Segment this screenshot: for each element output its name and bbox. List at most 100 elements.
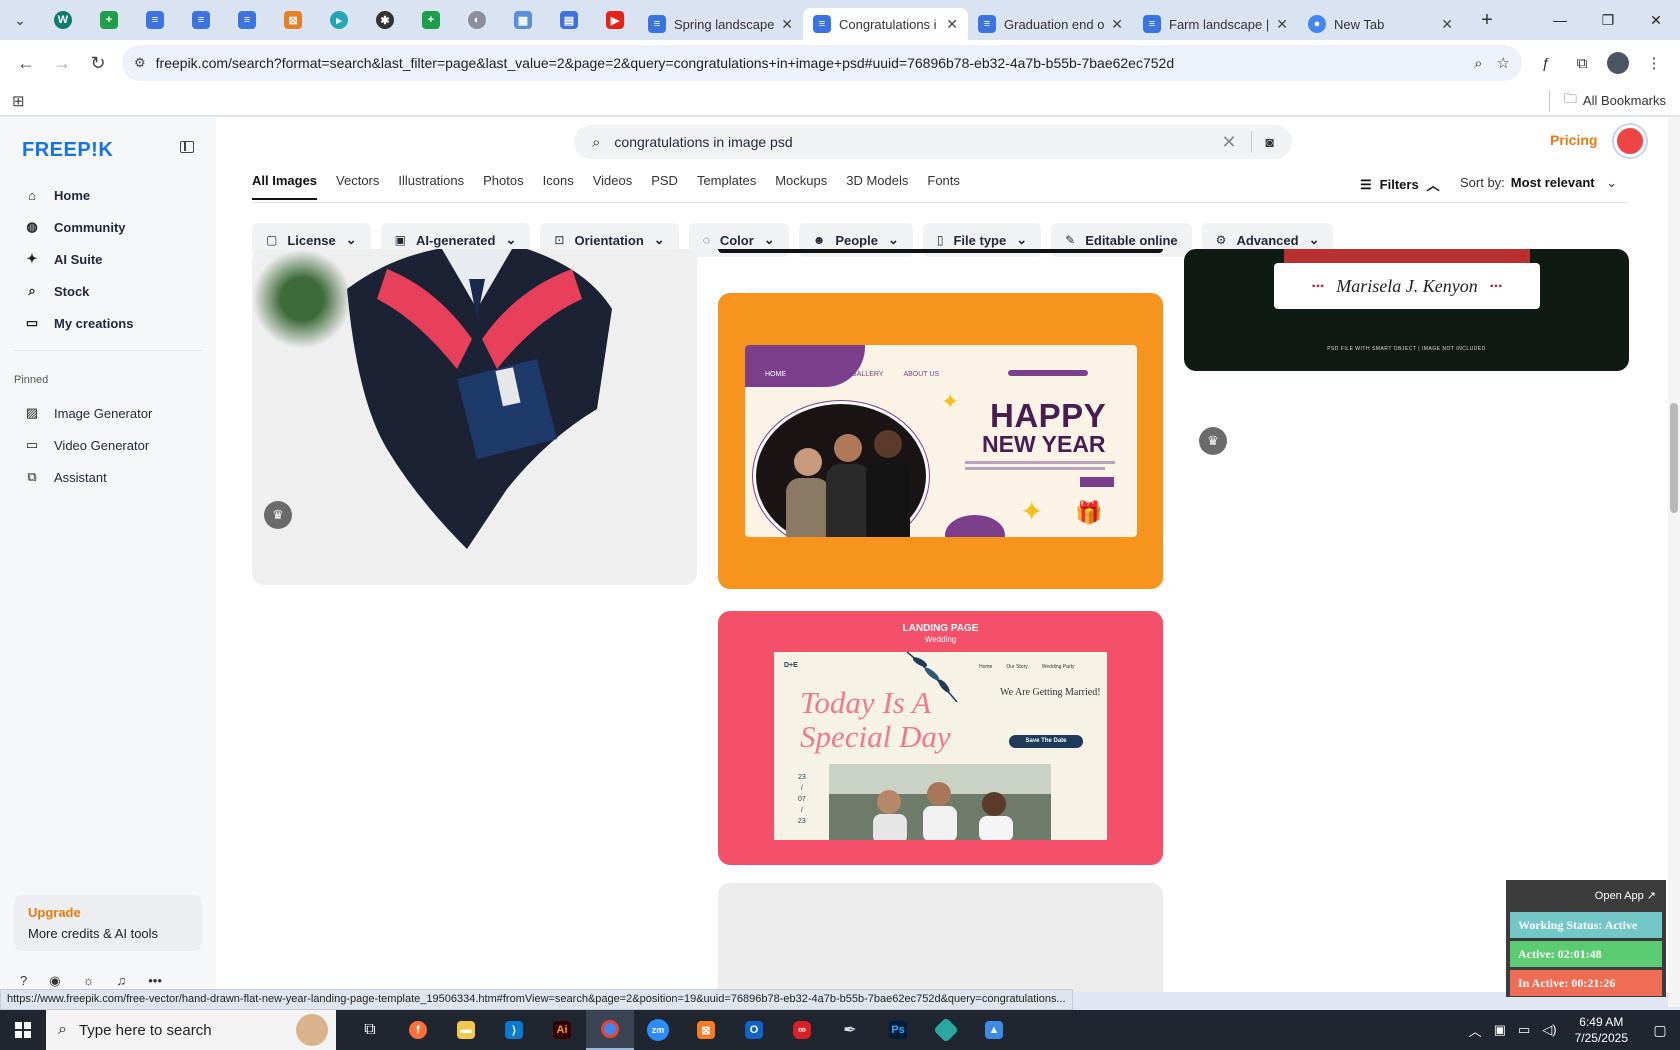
display-icon[interactable]: ▭ [1518,1022,1530,1038]
result-card-loading[interactable] [718,883,1163,992]
tab-spring-landscape[interactable]: ≡ Spring landscape ✕ [638,8,803,40]
open-app-button[interactable]: Open App ↗ [1595,889,1656,902]
zoom-icon[interactable]: ⌕ [1474,55,1482,72]
sidebar-collapse-icon[interactable] [180,141,194,153]
bookmark-star-icon[interactable]: ☆ [1497,54,1510,72]
close-icon[interactable]: ✕ [1441,16,1453,33]
scrollbar-thumb[interactable] [1670,403,1678,513]
profile-avatar[interactable] [1600,45,1636,81]
close-window-button[interactable]: ✕ [1632,0,1680,40]
tab-photos[interactable]: Photos [483,173,523,200]
extensions-puzzle-icon[interactable]: ⧉ [1564,45,1600,81]
sidebar-item-my-creations[interactable]: ▭ My creations [14,307,204,339]
taskbar-vscode[interactable]: ⟩ [490,1010,538,1050]
close-icon[interactable]: ✕ [1276,16,1288,33]
pinned-tab[interactable]: ▦ [500,0,546,40]
extension-icon[interactable]: ƒ [1528,45,1564,81]
tab-graduation[interactable]: ≡ Graduation end o ✕ [968,8,1133,40]
pinned-tab[interactable]: ▤ [546,0,592,40]
result-card-wedding-landing[interactable]: LANDING PAGE Wedding D+E Home Our Story … [718,611,1163,865]
pinned-tab[interactable]: ≡ [224,0,270,40]
close-icon[interactable]: ✕ [946,16,958,33]
browser-menu-icon[interactable]: ⋮ [1636,45,1672,81]
tab-search-button[interactable]: ⌄ [0,0,40,40]
tab-psd[interactable]: PSD [651,173,678,200]
new-tab-button[interactable]: + [1471,4,1503,36]
camera-icon[interactable]: ◙ [1266,134,1274,150]
sidebar-item-assistant[interactable]: ⧉ Assistant [14,461,204,493]
tab-congratulations[interactable]: ≡ Congratulations i ✕ [803,8,968,40]
tab-templates[interactable]: Templates [697,173,756,200]
sidebar-item-ai-suite[interactable]: ✦ AI Suite [14,243,204,275]
all-bookmarks-button[interactable]: 🗀 All Bookmarks [1548,89,1666,112]
result-card-signature[interactable]: ••• Marisela J. Kenyon ••• PSD FILE WITH… [1184,249,1629,371]
pinned-tab[interactable]: + [408,0,454,40]
search-input[interactable]: congratulations in image psd [614,134,1221,150]
restore-button[interactable]: ❐ [1584,0,1632,40]
tab-new-tab[interactable]: ● New Tab ✕ [1298,8,1463,40]
taskbar-photos[interactable]: ▲ [970,1010,1018,1050]
sidebar-item-stock[interactable]: ⌕ Stock [14,275,204,307]
pinned-tab[interactable]: ⊠ [270,0,316,40]
pinned-tab[interactable]: + [86,0,132,40]
tab-videos[interactable]: Videos [593,173,633,200]
volume-icon[interactable]: ◁) [1542,1022,1556,1038]
pinned-tab[interactable]: ✱ [362,0,408,40]
sidebar-item-community[interactable]: ◍ Community [14,211,204,243]
sort-dropdown[interactable]: Sort by: Most relevant ⌄ [1460,175,1617,191]
pinned-tab[interactable]: ▶ [592,0,638,40]
theme-icon[interactable]: ☼ [83,973,95,989]
freepik-logo[interactable]: FREEP!K [22,139,113,162]
tab-illustrations[interactable]: Illustrations [398,173,464,200]
taskbar-firefox[interactable]: f [394,1010,442,1050]
taskbar-zoom[interactable]: zm [634,1010,682,1050]
taskbar-pen-tool[interactable]: ✒ [826,1010,874,1050]
minimize-button[interactable]: — [1536,0,1584,40]
filters-button[interactable]: ☰ Filters ︿ [1360,175,1440,194]
help-icon[interactable]: ? [20,973,27,989]
user-avatar[interactable] [1614,125,1646,157]
url-text[interactable]: freepik.com/search?format=search&last_fi… [156,55,1460,71]
sidebar-item-video-generator[interactable]: ▭ Video Generator [14,429,204,461]
task-view-button[interactable]: ⧉ [346,1010,394,1050]
discord-icon[interactable]: ◉ [49,973,60,989]
reload-button[interactable]: ↻ [80,45,116,81]
taskbar-app[interactable] [922,1010,970,1050]
taskbar-illustrator[interactable]: Ai [538,1010,586,1050]
taskbar-explorer[interactable]: ▬ [442,1010,490,1050]
result-card-graduation[interactable] [252,249,697,585]
upgrade-card[interactable]: Upgrade More credits & AI tools [14,895,202,951]
tab-mockups[interactable]: Mockups [775,173,827,200]
pinned-tab[interactable]: ◐ [454,0,500,40]
site-info-icon[interactable]: ⚙ [134,55,146,71]
tab-farm-landscape[interactable]: ≡ Farm landscape | ✕ [1133,8,1298,40]
clear-search-icon[interactable]: ✕ [1221,132,1236,153]
close-icon[interactable]: ✕ [781,16,793,33]
taskbar-search[interactable]: ⌕ Type here to search [46,1010,336,1050]
back-button[interactable]: ← [8,45,44,81]
tab-icons[interactable]: Icons [543,173,574,200]
pinned-tab[interactable]: ≡ [132,0,178,40]
tab-fonts[interactable]: Fonts [927,173,960,200]
start-button[interactable] [0,1010,46,1050]
forward-button[interactable]: → [44,45,80,81]
apps-grid-icon[interactable]: ⊞ [12,92,25,110]
taskbar-outlook[interactable]: O [730,1010,778,1050]
taskbar-chrome[interactable] [586,1010,634,1050]
taskbar-photoshop[interactable]: Ps [874,1010,922,1050]
pinned-tab[interactable]: ▸ [316,0,362,40]
tab-all-images[interactable]: All Images [252,173,318,200]
chevron-up-icon[interactable]: ︿ [1469,1021,1482,1040]
taskbar-xampp[interactable]: ⊠ [682,1010,730,1050]
pricing-link[interactable]: Pricing [1550,132,1597,148]
address-bar[interactable]: ⚙ freepik.com/search?format=search&last_… [122,45,1522,81]
sidebar-item-home[interactable]: ⌂ Home [14,179,204,211]
result-card-new-year-landing[interactable]: HOME PROFIL GALLERY ABOUT US HAPPY NEW Y… [718,293,1163,589]
pinned-tab[interactable]: ≡ [178,0,224,40]
tab-3d-models[interactable]: 3D Models [846,173,908,200]
taskbar-search-input[interactable]: Type here to search [79,1022,212,1039]
pinned-tab[interactable]: W [40,0,86,40]
result-card-partial[interactable] [718,249,1163,253]
sidebar-item-image-generator[interactable]: ▨ Image Generator [14,397,204,429]
close-icon[interactable]: ✕ [1111,16,1123,33]
